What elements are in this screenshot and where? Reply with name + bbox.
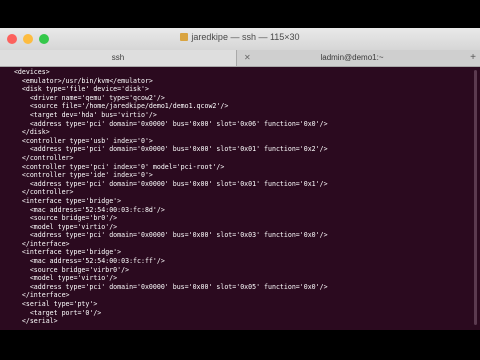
tab-ssh[interactable]: ssh (0, 50, 237, 66)
terminal-line: <target port='0'/> (6, 308, 102, 317)
video-frame: jaredkipe — ssh — 115×30 ssh ✕ ladmin@de… (0, 0, 480, 360)
terminal-line: <source bridge='virbr0'/> (6, 265, 130, 274)
terminal-line: </disk> (6, 128, 50, 137)
terminal-line: </controller> (6, 153, 74, 162)
terminal-line: <source file='/home/jaredkipe/demo1/demo… (6, 102, 229, 111)
terminal-line: <controller type='pci' index='0' model='… (6, 162, 225, 171)
terminal-line: <target dev='hda' bus='virtio'/> (6, 110, 157, 119)
terminal-line: <disk type='file' device='disk'> (6, 85, 149, 94)
tab-ssh-label: ssh (111, 53, 125, 62)
terminal-line: <interface type='bridge'> (6, 196, 122, 205)
terminal-line: <devices> (6, 68, 50, 76)
terminal-line: <interface type='bridge'> (6, 248, 122, 257)
tab-admin-demo1-label: ladmin@demo1:~ (320, 53, 384, 62)
terminal-line: <mac address='52:54:00:03:fc:8d'/> (6, 205, 165, 214)
terminal-line: </interface> (6, 239, 70, 248)
new-tab-plus-icon[interactable]: + (470, 52, 476, 63)
terminal-line: </interface> (6, 291, 70, 300)
terminal-line: <address type='pci' domain='0x0000' bus=… (6, 119, 328, 128)
terminal-line: <address type='pci' domain='0x0000' bus=… (6, 282, 328, 291)
folder-icon (180, 33, 189, 41)
terminal-output[interactable]: <devices> <emulator>/usr/bin/kvm</emulat… (6, 68, 466, 330)
tab-bar: ssh ✕ ladmin@demo1:~ + (0, 50, 480, 67)
terminal-line: <driver name='qemu' type='qcow2'/> (6, 93, 165, 102)
terminal-line: <controller type='ide' index='0'> (6, 171, 153, 180)
terminal-line: <address type='pci' domain='0x0000' bus=… (6, 179, 328, 188)
terminal-line: <address type='pci' domain='0x0000' bus=… (6, 145, 328, 154)
window-title-text: jaredkipe — ssh — 115×30 (191, 32, 300, 42)
terminal-line: <address type='pci' domain='0x0000' bus=… (6, 231, 328, 240)
terminal-line: </controller> (6, 188, 74, 197)
terminal-line: <controller type='usb' index='0'> (6, 136, 153, 145)
terminal-line: <mac address='52:54:00:03:fc:ff'/> (6, 257, 165, 266)
title-bar[interactable]: jaredkipe — ssh — 115×30 (0, 28, 480, 51)
terminal-window: jaredkipe — ssh — 115×30 ssh ✕ ladmin@de… (0, 28, 480, 330)
terminal-line: <source bridge='br0'/> (6, 214, 118, 223)
terminal-line: <emulator>/usr/bin/kvm</emulator> (6, 76, 153, 85)
terminal-scrollbar[interactable] (474, 70, 477, 325)
tab-admin-demo1[interactable]: ladmin@demo1:~ (237, 50, 467, 66)
window-title: jaredkipe — ssh — 115×30 (0, 32, 480, 42)
terminal-line: <model type='virtio'/> (6, 222, 118, 231)
terminal-line: <serial type='pty'> (6, 300, 98, 309)
terminal-line: </serial> (6, 317, 58, 326)
terminal-line: <model type='virtio'/> (6, 274, 118, 283)
